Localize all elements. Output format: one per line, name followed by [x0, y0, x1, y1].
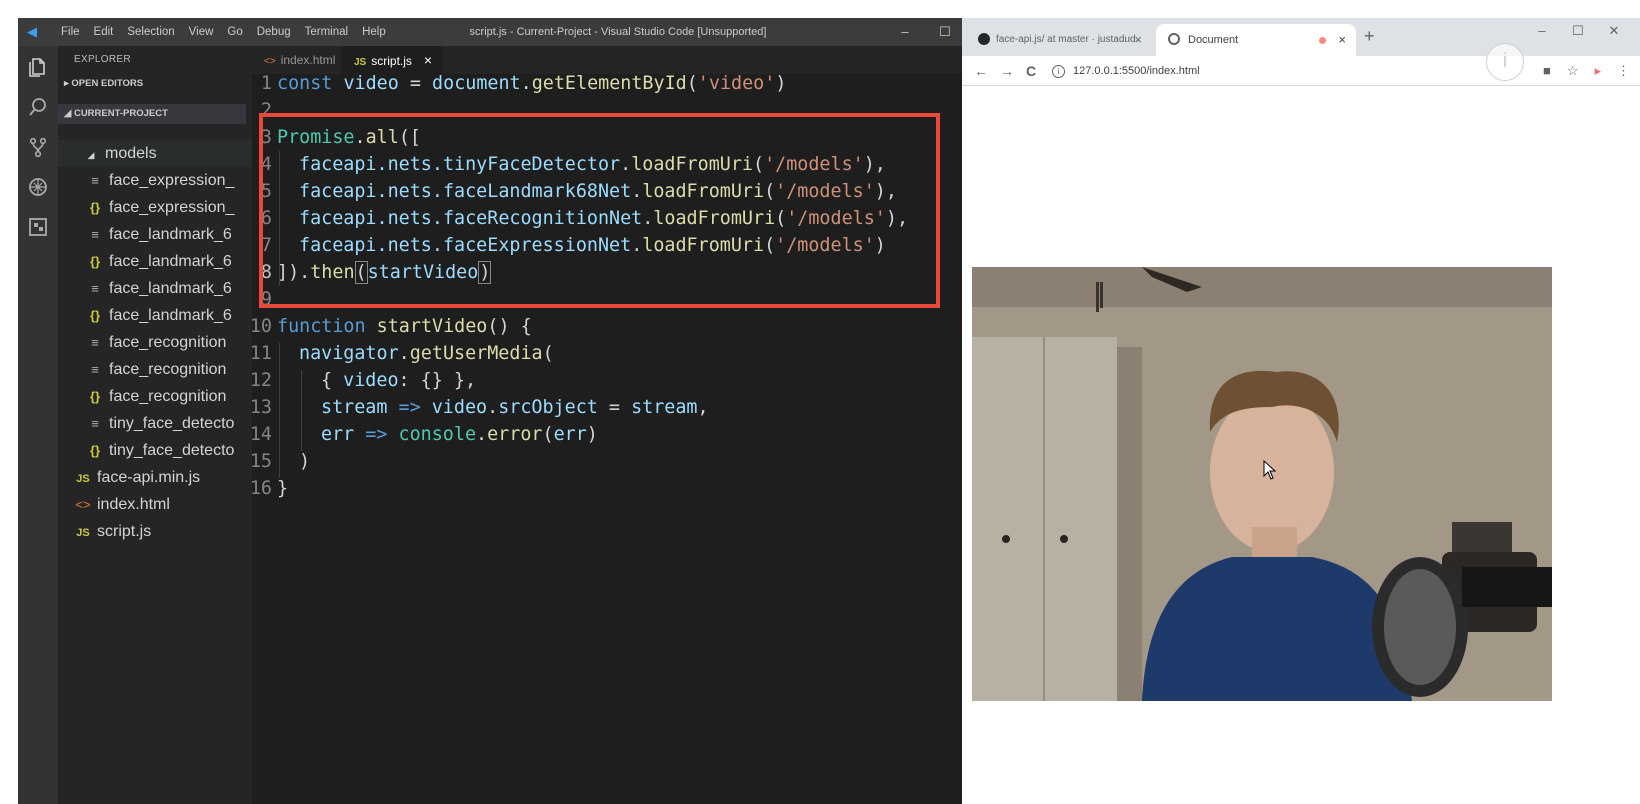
close-window-button[interactable]: ✕ [1596, 20, 1632, 42]
maximize-button[interactable]: ☐ [925, 18, 965, 46]
tab-document[interactable]: Document × [1156, 24, 1356, 56]
js-icon: JS [76, 527, 90, 539]
file-tree: ◢ models ≡ face_expression_ {} face_express… [58, 140, 252, 545]
star-icon[interactable]: ☆ [1567, 56, 1579, 86]
minimize-button[interactable]: – [885, 18, 925, 46]
list-item[interactable]: {} face_landmark_6 [58, 248, 252, 275]
list-item[interactable]: {} tiny_face_detecto [58, 437, 252, 464]
code-line: 1 const video = document.getElementById('… [260, 73, 787, 94]
source-control-icon[interactable] [26, 136, 50, 160]
recording-dot-icon [1319, 37, 1326, 44]
menu-icon[interactable]: ⋮ [1617, 56, 1630, 86]
menu-file[interactable]: File [54, 18, 87, 46]
chevron-down-icon: ◢ [64, 108, 74, 119]
search-icon[interactable] [26, 96, 50, 120]
html-icon: <> [264, 56, 276, 67]
code-line: 11 navigator.getUserMedia( [249, 343, 554, 364]
menu-terminal[interactable]: Terminal [298, 18, 355, 46]
code-line: 15) [249, 451, 311, 472]
html-icon: <> [75, 497, 91, 512]
code-line: 13 stream => video.srcObject = stream, [249, 397, 709, 418]
camera-icon[interactable]: ■ [1543, 56, 1551, 86]
window-title: script.js - Current-Project - Visual Stu… [469, 26, 767, 38]
screen: ◀ File Edit Selection View Go Debug Term… [0, 0, 1640, 804]
explorer-title: EXPLORER [74, 54, 131, 65]
explorer-sidebar: EXPLORER ▸ OPEN EDITORS ◢ CURRENT-PROJEC… [58, 46, 252, 804]
file-icon: ≡ [91, 335, 99, 350]
js-icon: JS [354, 57, 367, 68]
debug-icon[interactable] [26, 176, 50, 200]
files-icon[interactable] [26, 56, 50, 80]
tab-github[interactable]: face-api.js/ at master · justadudew × [966, 24, 1152, 56]
list-item[interactable]: ≡ face_landmark_6 [58, 221, 252, 248]
list-item[interactable]: <> index.html [58, 491, 252, 518]
project-section[interactable]: ◢ CURRENT-PROJECT [58, 104, 246, 124]
file-icon: ≡ [91, 281, 99, 296]
menu-debug[interactable]: Debug [250, 18, 298, 46]
menu-edit[interactable]: Edit [87, 18, 121, 46]
toolbar-icons: ■ ☆ ▸ ⋮ [1543, 56, 1630, 86]
close-tab-button[interactable]: × [1134, 24, 1142, 56]
minimize-button[interactable]: – [1524, 20, 1560, 42]
new-tab-button[interactable]: + [1364, 26, 1375, 47]
folder-open-icon: ◢ [87, 150, 95, 160]
file-icon: ≡ [91, 362, 99, 377]
extension-icon[interactable]: ▸ [1594, 56, 1601, 86]
code-line: 10 function startVideo() { [249, 316, 532, 337]
activity-bar [18, 46, 58, 804]
code-line: 14 err => console.error(err) [249, 424, 598, 445]
title-bar: ◀ File Edit Selection View Go Debug Term… [18, 18, 1005, 46]
info-overlay-icon[interactable]: i [1486, 43, 1524, 81]
url-text: 127.0.0.1:5500/index.html [1073, 65, 1200, 77]
browser-window: face-api.js/ at master · justadudew × Doc… [962, 18, 1640, 804]
info-icon: i [1052, 65, 1065, 78]
file-icon: ≡ [91, 416, 99, 431]
webcam-video [972, 267, 1552, 701]
file-icon: ≡ [91, 227, 99, 242]
list-item[interactable]: ≡ face_recognition [58, 356, 252, 383]
list-item[interactable]: ≡ tiny_face_detecto [58, 410, 252, 437]
js-icon: JS [76, 473, 90, 485]
menu-help[interactable]: Help [355, 18, 393, 46]
close-tab-button[interactable]: × [424, 52, 432, 68]
json-icon: {} [89, 389, 101, 404]
json-icon: {} [89, 200, 101, 215]
list-item[interactable]: ≡ face_recognition [58, 329, 252, 356]
highlight-box [259, 113, 940, 308]
browser-tab-strip: face-api.js/ at master · justadudew × Doc… [962, 18, 1640, 56]
open-editors-section[interactable]: ▸ OPEN EDITORS [64, 78, 143, 89]
menu-bar: File Edit Selection View Go Debug Termin… [54, 18, 393, 46]
folder-models[interactable]: ◢ models [58, 140, 252, 167]
list-item[interactable]: JS script.js [58, 518, 252, 545]
list-item[interactable]: {} face_landmark_6 [58, 302, 252, 329]
url-bar[interactable]: i 127.0.0.1:5500/index.html [1052, 56, 1200, 86]
list-item[interactable]: ≡ face_landmark_6 [58, 275, 252, 302]
reload-button[interactable]: C [1026, 56, 1036, 86]
video-frame-image [972, 267, 1552, 701]
forward-button[interactable]: → [1000, 56, 1014, 86]
json-icon: {} [89, 443, 101, 458]
close-tab-button[interactable]: × [1338, 24, 1346, 56]
code-line: 16} [249, 478, 289, 499]
globe-icon [1168, 33, 1180, 45]
json-icon: {} [89, 254, 101, 269]
list-item[interactable]: JS face-api.min.js [58, 464, 252, 491]
extensions-icon[interactable] [26, 216, 50, 240]
code-line: 12{ video: {} }, [249, 370, 477, 391]
file-icon: ≡ [91, 173, 99, 188]
back-button[interactable]: ← [974, 56, 988, 86]
menu-selection[interactable]: Selection [120, 18, 181, 46]
json-icon: {} [89, 308, 101, 323]
list-item[interactable]: {} face_expression_ [58, 194, 252, 221]
address-bar-row: ← → C i 127.0.0.1:5500/index.html ■ ☆ ▸ ⋮ [962, 56, 1640, 86]
vscode-logo-icon: ◀ [27, 24, 37, 39]
list-item[interactable]: ≡ face_expression_ [58, 167, 252, 194]
list-item[interactable]: {} face_recognition [58, 383, 252, 410]
menu-view[interactable]: View [182, 18, 221, 46]
browser-window-controls: – ☐ ✕ [1524, 20, 1632, 42]
menu-go[interactable]: Go [220, 18, 249, 46]
github-icon [978, 33, 990, 45]
maximize-button[interactable]: ☐ [1560, 20, 1596, 42]
